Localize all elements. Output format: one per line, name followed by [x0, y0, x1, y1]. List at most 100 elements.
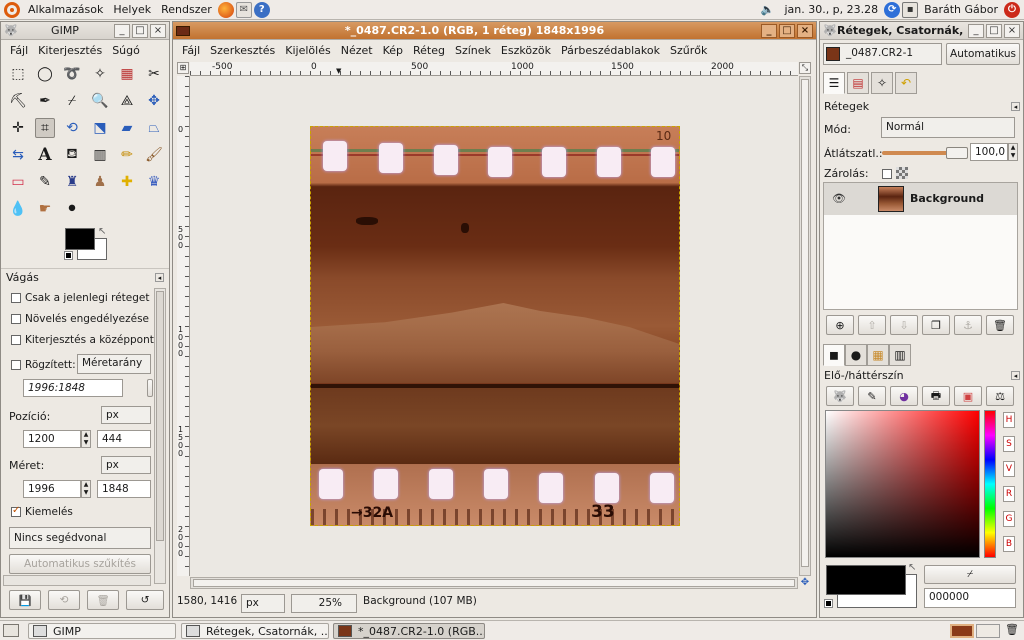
eye-visibility-icon[interactable]: 👁 [832, 192, 846, 205]
paintbrush-icon[interactable]: 🖌 [144, 145, 164, 165]
menu-view[interactable]: Nézet [336, 44, 378, 57]
image-titlebar[interactable]: *_0487.CR2-1.0 (RGB, 1 réteg) 1848x1996 … [173, 22, 816, 40]
hex-input[interactable]: 000000 [924, 588, 1016, 608]
options-hscrollbar[interactable] [3, 575, 151, 586]
swap-colors-icon[interactable]: ↖ [908, 562, 916, 573]
options-scrollbar[interactable] [154, 288, 166, 584]
size-w-spinner[interactable]: ▲ ▼ [81, 480, 91, 498]
close-button[interactable]: × [797, 23, 813, 38]
menu-tools[interactable]: Eszközök [496, 44, 556, 57]
duplicate-layer-icon[interactable]: ❐ [922, 315, 950, 335]
position-y-input[interactable]: 444 [97, 430, 151, 448]
gimp-selector-icon[interactable]: 🐺 [826, 386, 854, 406]
gradients-tab-icon[interactable]: ▥ [889, 344, 911, 366]
menu-file[interactable]: Fájl [5, 44, 33, 57]
panel-menu-icon[interactable]: ◂ [1011, 102, 1020, 111]
panel-menu-icon[interactable]: ◂ [1011, 371, 1020, 380]
perspective-icon[interactable]: ⏢ [144, 118, 164, 138]
menu-places[interactable]: Helyek [108, 3, 156, 16]
volume-icon[interactable]: 🔈 [756, 3, 780, 16]
size-h-input[interactable]: 1848 [97, 480, 151, 498]
patterns-tab-icon[interactable]: ▦ [867, 344, 889, 366]
menu-file[interactable]: Fájl [177, 44, 205, 57]
default-colors-icon[interactable] [824, 599, 833, 608]
position-x-input[interactable]: 1200 [23, 430, 81, 448]
maximize-button[interactable]: □ [132, 23, 148, 38]
maximize-button[interactable]: □ [986, 23, 1002, 38]
position-x-spinner[interactable]: ▲ ▼ [81, 430, 91, 448]
menu-extensions[interactable]: Kiterjesztés [33, 44, 107, 57]
zoom-dropdown[interactable]: 25% [291, 594, 357, 613]
text-tool-icon[interactable]: A [35, 145, 55, 165]
auto-button[interactable]: Automatikus [946, 43, 1020, 65]
current-layer-only-checkbox[interactable]: Csak a jelenlegi réteget [11, 292, 150, 304]
horizontal-scrollbar[interactable] [190, 577, 798, 589]
heal-icon[interactable]: ✚ [117, 172, 137, 192]
channels-tab-icon[interactable]: ▤ [847, 72, 869, 94]
navigate-icon[interactable]: ✥ [799, 577, 811, 589]
auto-shrink-button[interactable]: Automatikus szűkítés [9, 554, 151, 574]
unit-dropdown[interactable]: px [241, 594, 285, 613]
channel-s-button[interactable]: S [1003, 436, 1015, 452]
menu-applications[interactable]: Alkalmazások [23, 3, 108, 16]
quick-mask-corner-icon[interactable]: ⊞ [177, 62, 189, 74]
show-desktop-icon[interactable] [3, 624, 19, 637]
smudge-icon[interactable]: ☛ [35, 199, 55, 219]
flip-icon[interactable]: ⇆ [8, 145, 28, 165]
power-icon[interactable]: ⏻ [1004, 1, 1020, 18]
fgbg-tab-icon[interactable]: ◼ [823, 344, 845, 366]
eraser-icon[interactable]: ▭ [8, 172, 28, 192]
delete-options-icon[interactable]: 🗑 [87, 590, 119, 610]
channel-g-button[interactable]: G [1003, 511, 1015, 527]
close-button[interactable]: × [150, 23, 166, 38]
menu-edit[interactable]: Szerkesztés [205, 44, 280, 57]
menu-layer[interactable]: Réteg [408, 44, 450, 57]
lower-layer-icon[interactable]: ⇩ [890, 315, 918, 335]
canvas-area[interactable]: →32A 33 10 [190, 76, 798, 576]
layer-row[interactable]: 👁 Background [824, 183, 1017, 215]
aspect-orientation-button[interactable] [147, 379, 153, 397]
lasso-icon[interactable]: ➰ [62, 64, 82, 84]
menu-system[interactable]: Rendszer [156, 3, 217, 16]
channel-v-button[interactable]: V [1003, 461, 1015, 477]
foreground-color-swatch[interactable] [65, 228, 95, 250]
firefox-icon[interactable] [217, 1, 234, 18]
opacity-spinner[interactable]: ▲ ▼ [1008, 143, 1018, 161]
task-gimp[interactable]: GIMP [28, 623, 176, 639]
hue-slider[interactable] [984, 410, 996, 558]
swap-colors-icon[interactable]: ↖ [98, 226, 106, 237]
blur-icon[interactable]: 💧 [8, 199, 28, 219]
task-image[interactable]: *_0487.CR2-1.0 (RGB... [333, 623, 485, 639]
reset-options-icon[interactable]: ↺ [126, 590, 164, 610]
shear-icon[interactable]: ▰ [117, 118, 137, 138]
menu-filters[interactable]: Szűrők [665, 44, 712, 57]
workspace-1[interactable] [950, 624, 974, 638]
fixed-mode-dropdown[interactable]: Méretarány [77, 354, 151, 374]
opacity-slider-handle[interactable] [946, 147, 968, 159]
color-square[interactable] [825, 410, 980, 558]
layer-name[interactable]: Background [910, 192, 984, 205]
menu-select[interactable]: Kijelölés [280, 44, 335, 57]
channel-r-button[interactable]: R [1003, 486, 1015, 502]
cmyk-selector-icon[interactable]: ✎ [858, 386, 886, 406]
mail-icon[interactable]: ✉ [235, 1, 252, 18]
save-options-icon[interactable]: 💾 [9, 590, 41, 610]
expand-center-checkbox[interactable]: Kiterjesztés a középpont [11, 334, 154, 346]
crop-icon[interactable]: ⌗ [35, 118, 55, 138]
dodge-burn-icon[interactable]: ⚫ [62, 199, 82, 219]
image-selector-dropdown[interactable]: _0487.CR2-1 [823, 43, 942, 65]
blend-icon[interactable]: ▥ [90, 145, 110, 165]
size-w-input[interactable]: 1996 [23, 480, 81, 498]
foreground-select-icon[interactable]: ⛏ [8, 91, 28, 111]
menu-dialogs[interactable]: Párbeszédablakok [556, 44, 665, 57]
help-icon[interactable]: ? [253, 1, 270, 18]
watercolor-selector-icon[interactable]: ▣ [954, 386, 982, 406]
panel-menu-icon[interactable]: ◂ [155, 273, 164, 282]
foreground-color-swatch[interactable] [826, 565, 906, 595]
color-picker-icon[interactable]: ⌿ [62, 91, 82, 111]
channel-b-button[interactable]: B [1003, 536, 1015, 552]
menu-help[interactable]: Súgó [107, 44, 145, 57]
fuzzy-select-icon[interactable]: ✧ [90, 64, 110, 84]
ubuntu-logo-icon[interactable] [4, 1, 20, 18]
vertical-scrollbar[interactable] [799, 76, 811, 576]
